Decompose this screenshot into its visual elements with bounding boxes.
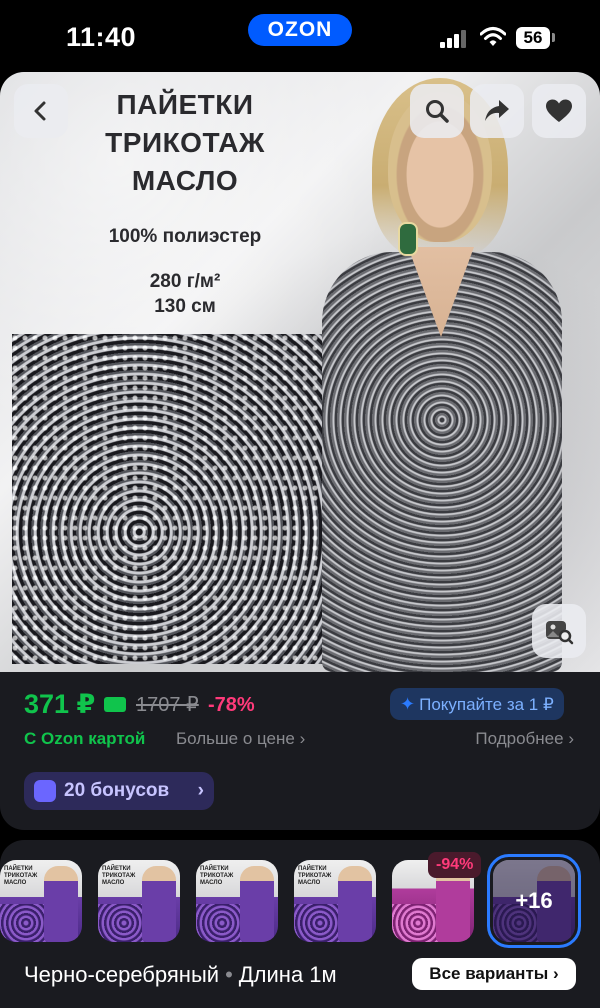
thumb-title: ПАЙЕТКИ ТРИКОТАЖ МАСЛО xyxy=(102,866,136,886)
product-card: ПАЙЕТКИ ТРИКОТАЖ МАСЛО 100% полиэстер 28… xyxy=(0,72,600,830)
promo-title-line: МАСЛО xyxy=(131,165,239,196)
chevron-right-icon: › xyxy=(568,729,574,748)
separator-dot: • xyxy=(225,962,233,987)
promo-width: 130 см xyxy=(154,296,216,317)
thumb-model xyxy=(142,866,176,942)
buy-for-one-ruble-button[interactable]: ✦ Покупайте за 1 ₽ xyxy=(390,688,564,720)
promo-text-block: ПАЙЕТКИ ТРИКОТАЖ МАСЛО 100% полиэстер 28… xyxy=(60,86,310,319)
promo-title-line: ПАЙЕТКИ xyxy=(116,89,254,120)
chevron-right-icon: › xyxy=(299,729,306,748)
thumb-model xyxy=(240,866,274,942)
thumb-title: ПАЙЕТКИ ТРИКОТАЖ МАСЛО xyxy=(298,866,332,886)
buy-for-label: Покупайте за 1 ₽ xyxy=(419,695,554,714)
promo-composition: 100% полиэстер xyxy=(108,226,262,247)
discount-badge: -78% xyxy=(208,694,255,716)
product-image-gallery[interactable]: ПАЙЕТКИ ТРИКОТАЖ МАСЛО 100% полиэстер 28… xyxy=(0,72,600,672)
current-price: 371 ₽ xyxy=(24,689,96,719)
ozon-card-label: С Ozon картой xyxy=(24,729,146,748)
battery-tip xyxy=(552,33,555,42)
thumb-title: ПАЙЕТКИ ТРИКОТАЖ МАСЛО xyxy=(200,866,234,886)
variant-thumbnail[interactable]: ПАЙЕТКИ ТРИКОТАЖ МАСЛО xyxy=(294,860,376,942)
variant-thumbnail[interactable]: ПАЙЕТКИ ТРИКОТАЖ МАСЛО xyxy=(0,860,82,942)
battery-indicator: 56 xyxy=(516,27,550,49)
share-arrow-icon xyxy=(485,100,509,121)
back-button[interactable] xyxy=(14,84,68,138)
chevron-left-icon xyxy=(34,101,46,121)
variant-discount-badge: -94% xyxy=(428,852,482,878)
promo-title-line: ТРИКОТАЖ xyxy=(105,127,265,158)
promo-density: 280 г/м² xyxy=(149,271,221,292)
image-search-icon xyxy=(546,621,574,645)
more-variants-thumbnail[interactable]: +16 xyxy=(487,854,581,948)
selected-variant-description: Черно-серебряный • Длина 1м xyxy=(24,960,337,990)
ozon-card-icon xyxy=(104,697,126,712)
all-variants-button[interactable]: Все варианты › xyxy=(412,958,576,990)
cellular-signal-icon xyxy=(440,28,466,48)
status-bar: 11:40 OZON 56 xyxy=(0,0,600,72)
heart-icon xyxy=(546,99,572,122)
more-about-price-link[interactable]: Больше о цене › xyxy=(176,724,305,754)
favorite-button[interactable] xyxy=(532,84,586,138)
search-button[interactable] xyxy=(410,84,464,138)
old-price: 1707 ₽ xyxy=(136,694,199,716)
thumb-title: ПАЙЕТКИ ТРИКОТАЖ МАСЛО xyxy=(4,866,38,886)
variants-section: ПАЙЕТКИ ТРИКОТАЖ МАСЛО ПАЙЕТКИ ТРИКОТАЖ МАСЛ… xyxy=(0,840,600,1008)
details-link[interactable]: Подробнее › xyxy=(475,724,574,754)
status-time: 11:40 xyxy=(66,22,137,52)
wifi-icon xyxy=(480,27,506,46)
price-row: 371 ₽ 1707 ₽ -78% ✦ Покупайте за 1 ₽ xyxy=(24,684,584,724)
variant-thumbnail[interactable]: ПАЙЕТКИ ТРИКОТАЖ МАСЛО xyxy=(196,860,278,942)
ozon-logo: OZON xyxy=(248,14,352,46)
sparkle-icon: ✦ xyxy=(400,694,416,714)
all-variants-label: Все варианты xyxy=(429,964,549,983)
bonus-icon xyxy=(34,780,56,802)
chevron-right-icon: › xyxy=(553,964,559,983)
thumb-model xyxy=(338,866,372,942)
share-button[interactable] xyxy=(470,84,524,138)
chevron-right-icon: › xyxy=(197,780,204,801)
bonus-label: 20 бонусов xyxy=(64,780,170,801)
search-icon xyxy=(426,100,449,123)
model-earring xyxy=(398,222,418,256)
variant-length: Длина 1м xyxy=(238,962,337,987)
bonus-button[interactable]: 20 бонусов › xyxy=(24,772,214,810)
variant-color: Черно-серебряный xyxy=(24,962,220,987)
more-about-price-label: Больше о цене xyxy=(176,729,295,748)
more-variants-count: +16 xyxy=(515,888,553,913)
details-label: Подробнее xyxy=(475,729,564,748)
variant-thumbnail[interactable]: ПАЙЕТКИ ТРИКОТАЖ МАСЛО xyxy=(98,860,180,942)
sequin-fabric-image xyxy=(12,334,330,664)
similar-search-button[interactable] xyxy=(532,604,586,658)
price-subrow: С Ozon картой Больше о цене › Подробнее … xyxy=(24,724,584,754)
thumb-model xyxy=(44,866,78,942)
